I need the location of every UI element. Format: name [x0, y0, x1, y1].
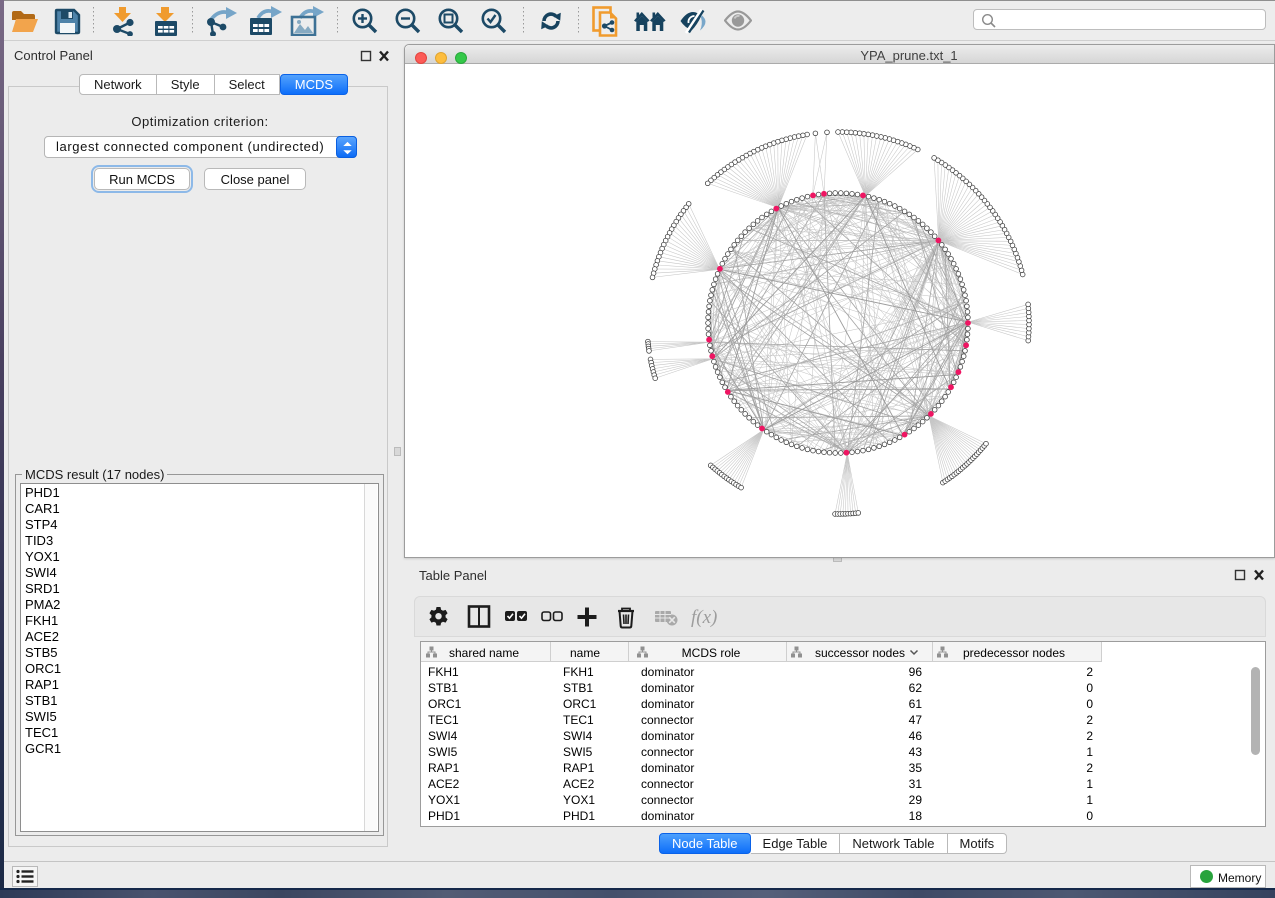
svg-text:f(x): f(x): [691, 607, 717, 628]
